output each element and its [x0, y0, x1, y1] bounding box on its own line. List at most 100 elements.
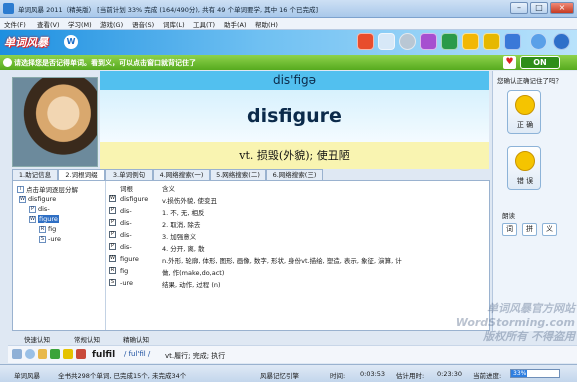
row-meaning: v.损伤外貌, 使变丑: [162, 197, 218, 205]
root-icon: R: [39, 225, 46, 233]
tree-node-root[interactable]: Wdisfigure: [19, 195, 56, 203]
tab-web-search-2[interactable]: 5.网络搜索(二): [210, 169, 266, 180]
wordbar-tools: [12, 349, 86, 361]
minimize-button[interactable]: –: [510, 2, 528, 14]
table-row[interactable]: Wfigure n.外形, 轮廓, 体形, 图形, 画像, 数字, 形状, 身份v…: [109, 254, 487, 265]
menu-tools[interactable]: 工具(T): [193, 19, 215, 29]
table-row[interactable]: Pdis- 3. 加强意义: [109, 230, 487, 241]
tree-title: i 点击单词逐层分解: [17, 184, 78, 194]
smile-icon: [515, 95, 535, 115]
row-meaning: 1. 不, 无, 相反: [162, 209, 205, 217]
menu-help[interactable]: 帮助(H): [255, 19, 278, 29]
status-bar: 单词风暴 全书共298个单词, 已完成15个, 未完成34个 风暴记忆引擎 时间…: [0, 364, 577, 382]
row-meaning: n.外形, 轮廓, 体形, 图形, 画像, 数字, 形状, 身份vt.描绘, 塑…: [162, 257, 402, 265]
row-type-icon: R: [109, 267, 116, 274]
row-root: dis-: [120, 219, 132, 227]
next-word: fulfil: [92, 350, 116, 360]
disc-icon[interactable]: [399, 33, 416, 50]
word-icon: W: [19, 195, 26, 203]
root-tree: i 点击单词逐层分解 Wdisfigure Pdis- Wfigure Rfig …: [13, 181, 106, 330]
wrong-button[interactable]: 错 误: [507, 146, 541, 190]
table-row[interactable]: Wdisfigure v.损伤外貌, 使变丑: [109, 194, 487, 205]
book-icon[interactable]: [504, 33, 521, 50]
row-type-icon: W: [109, 255, 116, 262]
row-root: -ure: [120, 279, 133, 287]
star-icon[interactable]: [63, 349, 74, 359]
tab-memory-info[interactable]: 1.助记信息: [12, 169, 58, 180]
tree-node-suffix[interactable]: S -ure: [39, 235, 61, 243]
settings-icon[interactable]: [553, 33, 570, 50]
close-icon[interactable]: [76, 349, 86, 359]
prefix-icon: P: [29, 205, 36, 213]
menu-learn[interactable]: 学习(M): [68, 19, 92, 29]
tree-node-fig[interactable]: Rfig: [39, 225, 56, 233]
menu-assistant[interactable]: 助手(A): [224, 19, 247, 29]
heart-icon[interactable]: ♥: [503, 56, 516, 69]
row-type-icon: S: [109, 279, 116, 286]
headword-display: disfigure: [100, 90, 489, 142]
on-toggle[interactable]: ON: [520, 56, 560, 69]
tab-precise-recognition[interactable]: 精确认知: [123, 334, 149, 344]
progress-bar: 33%: [510, 369, 560, 378]
table-row[interactable]: Pdis- 1. 不, 无, 相反: [109, 206, 487, 217]
check-icon[interactable]: [50, 349, 61, 359]
wrong-label: 错 误: [516, 177, 534, 185]
tree-node-figure[interactable]: Wfigure: [29, 215, 59, 223]
menu-library[interactable]: 词库(L): [163, 19, 185, 29]
row-meaning: 2. 取消, 除去: [162, 221, 201, 229]
tip-bar: 请选择您是否记得单词。看到义，可以点击窗口就背记住了 ♥ ON: [0, 55, 577, 70]
status-estimate: 0:23:30: [437, 370, 463, 378]
word-icon: W: [29, 215, 36, 223]
tab-web-search-3[interactable]: 6.网络搜索(三): [266, 169, 323, 180]
status-time-label: 时间:: [330, 372, 346, 380]
row-meaning: 3. 加强意义: [162, 233, 197, 241]
row-type-icon: P: [109, 207, 116, 214]
menu-voice[interactable]: 语音(S): [132, 19, 154, 29]
maximize-button[interactable]: □: [530, 2, 548, 14]
watermark: 单词风暴官方网站 WordStorming.com 版权所有 不得盗用: [400, 302, 575, 362]
close-button[interactable]: ×: [550, 2, 574, 14]
row-meaning: 4. 分开, 离, 散: [162, 245, 205, 253]
read-word-button[interactable]: 词: [502, 223, 517, 236]
confirm-question: 您确认正确记住了吗？: [497, 77, 562, 85]
table-row[interactable]: Pdis- 2. 取消, 除去: [109, 218, 487, 229]
correct-button[interactable]: 正 确: [507, 90, 541, 134]
tab-web-search-1[interactable]: 4.网络搜索(一): [153, 169, 210, 180]
help-icon[interactable]: [530, 33, 547, 50]
menu-file[interactable]: 文件(F): [4, 19, 26, 29]
table-row[interactable]: Pdis- 4. 分开, 离, 散: [109, 242, 487, 253]
tab-normal-recognition[interactable]: 常规认知: [74, 334, 100, 344]
tree-node-prefix[interactable]: Pdis-: [29, 205, 50, 213]
row-root: disfigure: [120, 195, 149, 203]
correct-label: 正 确: [516, 121, 534, 129]
run-icon[interactable]: [462, 33, 479, 50]
grid-icon[interactable]: [378, 33, 395, 50]
music-icon[interactable]: [420, 33, 437, 50]
row-root: figure: [120, 255, 139, 263]
menu-game[interactable]: 游戏(G): [100, 19, 123, 29]
status-estimate-label: 估计用时:: [396, 372, 425, 380]
home-icon[interactable]: [357, 33, 374, 50]
list-icon[interactable]: [12, 349, 22, 359]
title-bar: 单词风暴 2011（精英版） [当前计划 33% 完成 (164/490分), …: [0, 0, 577, 18]
watermark-line-2: WordStorming.com: [455, 316, 575, 329]
status-progress-text: 全书共298个单词, 已完成15个, 未完成34个: [58, 372, 187, 380]
table-row[interactable]: S -ure 结果, 动作, 过程 (n): [109, 278, 487, 289]
status-app: 单词风暴: [14, 372, 40, 380]
menu-view[interactable]: 查看(V): [37, 19, 60, 29]
info-tabs: 1.助记信息 2.词根词缀 3.单词例句 4.网络搜索(一) 5.网络搜索(二)…: [12, 169, 490, 181]
read-meaning-button[interactable]: 义: [542, 223, 557, 236]
tab-examples[interactable]: 3.单词例句: [105, 169, 153, 180]
edit-icon[interactable]: [37, 349, 48, 359]
phonetic-display: dis'figə: [100, 71, 489, 90]
read-spell-button[interactable]: 拼: [522, 223, 537, 236]
table-row[interactable]: Rfig 做, 作(make,do,act): [109, 266, 487, 277]
info-icon: [3, 58, 12, 67]
shield-icon[interactable]: [441, 33, 458, 50]
app-logo: 单词风暴: [4, 36, 48, 49]
chart-icon[interactable]: [483, 33, 500, 50]
search-icon[interactable]: [24, 349, 35, 359]
watermark-line-1: 单词风暴官方网站: [487, 302, 575, 315]
row-type-icon: P: [109, 243, 116, 250]
tab-quick-recognition[interactable]: 快速认知: [24, 334, 50, 344]
